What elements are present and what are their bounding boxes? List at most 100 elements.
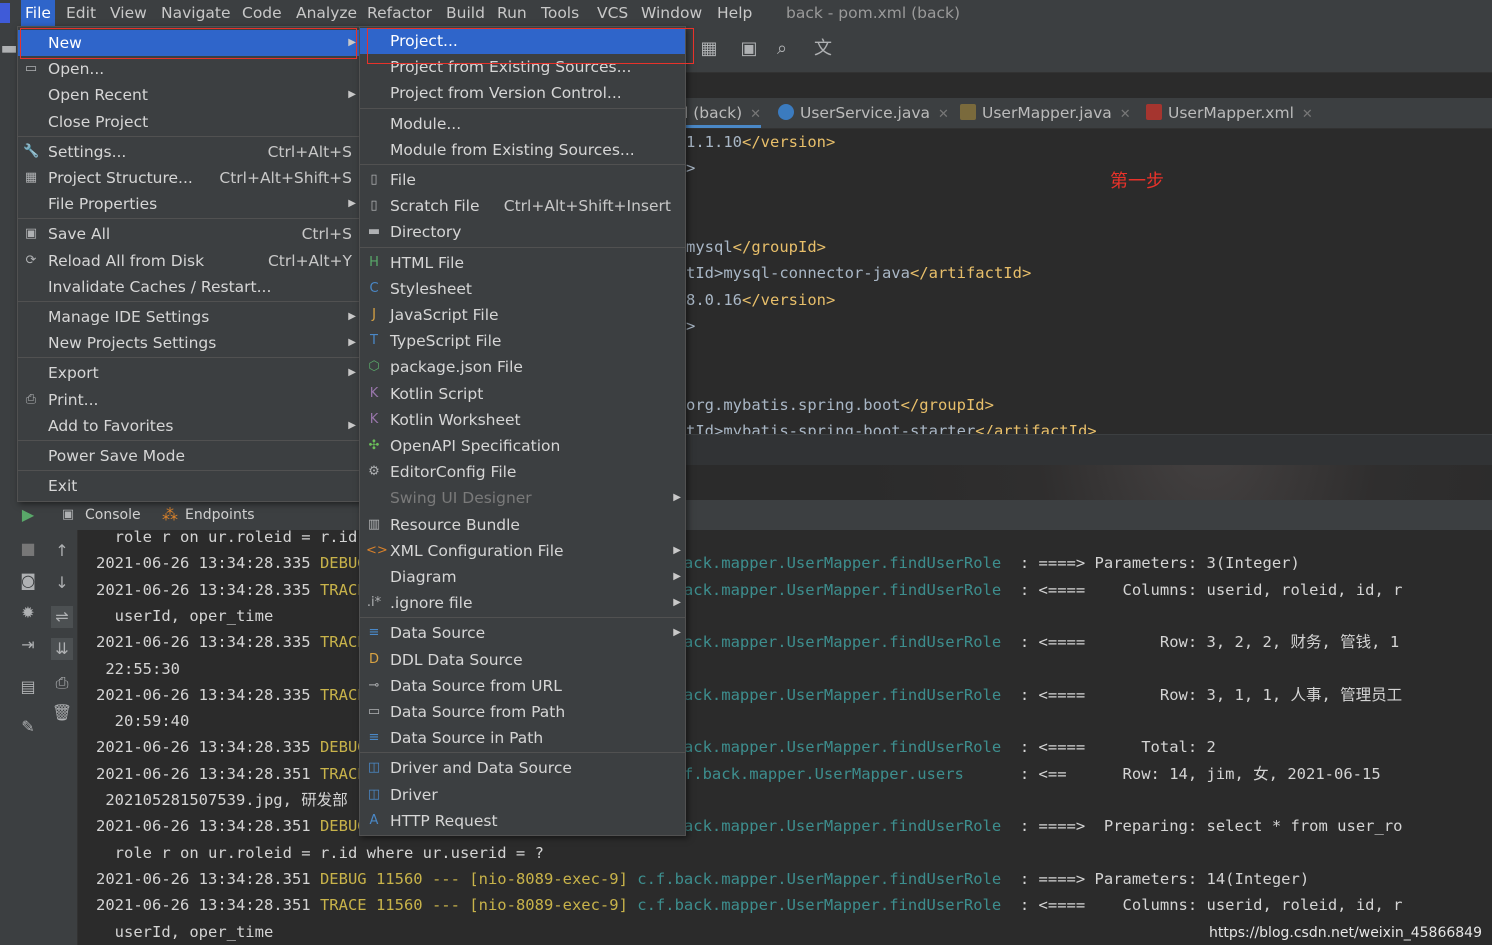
menu-item-new-projects-settings[interactable]: New Projects Settings ▶ (18, 330, 360, 356)
menu-bar: File Edit View Navigate Code Analyze Ref… (0, 0, 1492, 27)
translate-icon[interactable]: 文 (812, 38, 834, 60)
tab-usermapper-xml[interactable]: UserMapper.xml ✕ (1146, 98, 1313, 128)
menu-item-settings[interactable]: 🔧 Settings... Ctrl+Alt+S (18, 139, 360, 165)
menu-item-directory[interactable]: ▬ Directory (360, 219, 685, 245)
layout-icon[interactable]: ▤ (17, 676, 39, 698)
exit-icon[interactable]: ⇥ (17, 634, 39, 656)
menu-file[interactable]: File (21, 0, 55, 26)
scroll-to-end-icon[interactable]: ⇊ (51, 638, 73, 660)
menu-item-http-request[interactable]: A HTTP Request (360, 808, 685, 834)
menu-window[interactable]: Window (641, 4, 702, 22)
menu-navigate[interactable]: Navigate (161, 4, 231, 22)
up-arrow-icon[interactable]: ↑ (51, 540, 73, 562)
menu-item-ddl-data-source[interactable]: D DDL Data Source (360, 647, 685, 673)
menu-item-driver[interactable]: ◫ Driver (360, 782, 685, 808)
close-icon[interactable]: ✕ (750, 107, 761, 122)
search-icon[interactable]: ⌕ (771, 38, 793, 60)
menu-item-print[interactable]: ⎙ Print... (18, 387, 360, 413)
console-side-toolbar: ↑ ↓ ⇌ ⇊ ⎙ 🗑 (47, 530, 78, 945)
menu-build[interactable]: Build (446, 4, 485, 22)
console-line: 2021-06-26 13:34:28.351 DEBUG 11560 --- … (96, 817, 1403, 836)
menu-item-manage-ide-settings[interactable]: Manage IDE Settings ▶ (18, 304, 360, 330)
chevron-right-icon: ▶ (348, 367, 356, 379)
menu-refactor[interactable]: Refactor (367, 4, 432, 22)
menu-item-xml-configuration-file[interactable]: <> XML Configuration File ▶ (360, 538, 685, 564)
chevron-right-icon: ▶ (673, 492, 681, 504)
menu-item-javascript-file[interactable]: J JavaScript File (360, 302, 685, 328)
project-structure-icon[interactable]: ▦ (698, 38, 720, 60)
menu-item-close-project[interactable]: Close Project (18, 109, 360, 135)
menu-item-data-source[interactable]: ≡ Data Source ▶ (360, 620, 685, 646)
menu-item-label: Resource Bundle (390, 515, 520, 534)
menu-item-diagram[interactable]: Diagram ▶ (360, 564, 685, 590)
settings-gear-icon[interactable]: ✹ (17, 602, 39, 624)
menu-item-invalidate-caches-restart[interactable]: Invalidate Caches / Restart... (18, 274, 360, 300)
tab-usermapper-java[interactable]: UserMapper.java ✕ (960, 98, 1131, 128)
down-arrow-icon[interactable]: ↓ (51, 572, 73, 594)
menu-item-save-all[interactable]: ▣ Save All Ctrl+S (18, 221, 360, 247)
menu-analyze[interactable]: Analyze (296, 4, 357, 22)
menu-item-openapi-specification[interactable]: ✣ OpenAPI Specification (360, 433, 685, 459)
close-icon[interactable]: ✕ (1302, 107, 1313, 122)
chevron-right-icon: ▶ (348, 337, 356, 349)
run-panel-header: ▶ ▣ Console ⁂ Endpoints (17, 500, 1492, 531)
menu-tools[interactable]: Tools (541, 4, 579, 22)
menu-item-open-recent[interactable]: Open Recent ▶ (18, 82, 360, 108)
pin-icon[interactable]: ✎ (17, 716, 39, 738)
menu-item-typescript-file[interactable]: T TypeScript File (360, 328, 685, 354)
editor-tab-bar: l (back) ✕ UserService.java ✕ UserMapper.j… (684, 98, 1492, 129)
terminal-icon[interactable]: ▣ (738, 38, 760, 60)
close-icon[interactable]: ✕ (938, 107, 949, 122)
menu-item-open[interactable]: ▭ Open... (18, 56, 360, 82)
menu-code[interactable]: Code (242, 4, 282, 22)
stop-icon[interactable]: ■ (17, 538, 39, 560)
java-class-icon (778, 104, 794, 120)
print-icon[interactable]: ⎙ (51, 672, 73, 694)
menu-item-data-source-in-path[interactable]: ≡ Data Source in Path (360, 725, 685, 751)
menu-run[interactable]: Run (497, 4, 527, 22)
menu-item-kotlin-worksheet[interactable]: K Kotlin Worksheet (360, 407, 685, 433)
menu-item-driver-and-data-source[interactable]: ◫ Driver and Data Source (360, 755, 685, 781)
menu-item-package-json-file[interactable]: ⬡ package.json File (360, 354, 685, 380)
tab-console[interactable]: Console (85, 507, 141, 523)
tab-pom-xml[interactable]: l (back) ✕ (684, 98, 762, 128)
menu-item-editorconfig-file[interactable]: ⚙ EditorConfig File (360, 459, 685, 485)
menu-item-module-from-existing-sources[interactable]: Module from Existing Sources... (360, 137, 685, 163)
menu-item-label: Data Source in Path (390, 729, 544, 748)
menu-item-kotlin-script[interactable]: K Kotlin Script (360, 381, 685, 407)
code-editor[interactable]: 1.1.10</version> > mysql</groupId> tId>m… (684, 129, 1492, 434)
menu-item-file[interactable]: ▯ File (360, 167, 685, 193)
menu-item-resource-bundle[interactable]: ▥ Resource Bundle (360, 512, 685, 538)
run-icon[interactable]: ▶ (17, 504, 39, 526)
soft-wrap-icon[interactable]: ⇌ (51, 606, 73, 628)
menu-item-stylesheet[interactable]: C Stylesheet (360, 276, 685, 302)
close-icon[interactable]: ✕ (1120, 107, 1131, 122)
menu-edit[interactable]: Edit (66, 4, 96, 22)
menu-item-exit[interactable]: Exit (18, 473, 360, 499)
trash-icon[interactable]: 🗑 (51, 702, 73, 724)
camera-icon[interactable]: ◙ (17, 570, 39, 592)
menu-item-data-source-from-path[interactable]: ▭ Data Source from Path (360, 699, 685, 725)
scratch-file-icon: ▯ (370, 198, 378, 214)
menu-view[interactable]: View (110, 4, 147, 22)
menu-item-html-file[interactable]: H HTML File (360, 250, 685, 276)
menu-vcs[interactable]: VCS (597, 4, 628, 22)
code-line: tId>mysql-connector-java</artifactId> (686, 264, 1032, 282)
menu-item-ignore-file[interactable]: .i* .ignore file ▶ (360, 590, 685, 616)
menu-help[interactable]: Help (717, 4, 752, 22)
menu-item-add-to-favorites[interactable]: Add to Favorites ▶ (18, 413, 360, 439)
menu-item-scratch-file[interactable]: ▯ Scratch File Ctrl+Alt+Shift+Insert (360, 193, 685, 219)
tab-userservice-java[interactable]: UserService.java ✕ (778, 98, 949, 128)
menu-item-export[interactable]: Export ▶ (18, 360, 360, 386)
menu-item-file-properties[interactable]: File Properties ▶ (18, 191, 360, 217)
menu-item-project-structure[interactable]: ▦ Project Structure... Ctrl+Alt+Shift+S (18, 165, 360, 191)
menu-item-project-from-version-control[interactable]: Project from Version Control... (360, 80, 685, 106)
chevron-right-icon: ▶ (348, 419, 356, 431)
menu-item-power-save-mode[interactable]: Power Save Mode (18, 443, 360, 469)
menu-item-module[interactable]: Module... (360, 111, 685, 137)
menu-item-data-source-from-url[interactable]: ⊸ Data Source from URL (360, 673, 685, 699)
console-line: 2021-06-26 13:34:28.351 DEBUG 11560 --- … (96, 869, 1310, 888)
menu-item-reload-all-from-disk[interactable]: ⟳ Reload All from Disk Ctrl+Alt+Y (18, 248, 360, 274)
console-output[interactable]: role r on ur.roleid = r.id where ur.user… (78, 530, 1492, 945)
tab-endpoints[interactable]: Endpoints (185, 507, 255, 523)
